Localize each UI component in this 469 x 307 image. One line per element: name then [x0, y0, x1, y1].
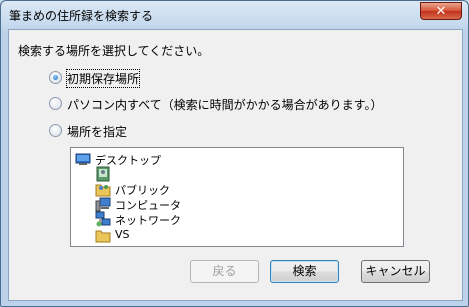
back-button[interactable]: 戻る	[190, 260, 259, 283]
instruction-text: 検索する場所を選択してください。	[18, 44, 210, 58]
folder-tree[interactable]: デスクトップ パブリック コンピュータ ネットワーク VS	[70, 147, 404, 247]
cancel-button[interactable]: キャンセル	[361, 260, 430, 283]
radio-specify-location[interactable]	[49, 124, 62, 137]
user-folder-icon	[96, 166, 110, 182]
title-bar[interactable]: 筆まめの住所録を検索する ✕	[1, 1, 468, 29]
desktop-icon	[75, 153, 91, 165]
search-address-book-dialog: 筆まめの住所録を検索する ✕ 検索する場所を選択してください。 初期保存場所 パ…	[0, 0, 469, 307]
tree-item-public-label: パブリック	[115, 184, 170, 197]
dialog-content: 検索する場所を選択してください。 初期保存場所 パソコン内すべて（検索に時間がか…	[8, 29, 463, 301]
option-all-pc-label[interactable]: パソコン内すべて（検索に時間がかかる場合があります。）	[67, 96, 382, 113]
option-specify-location-label[interactable]: 場所を指定	[67, 123, 127, 140]
network-icon	[95, 211, 111, 227]
public-folder-icon	[95, 184, 111, 197]
option-default-location-label[interactable]: 初期保存場所	[65, 69, 141, 88]
close-icon: ✕	[435, 4, 447, 19]
folder-icon	[95, 230, 111, 243]
close-button[interactable]: ✕	[420, 2, 462, 20]
window-title: 筆まめの住所録を検索する	[9, 9, 154, 23]
computer-icon	[95, 197, 111, 212]
radio-default-location[interactable]	[49, 71, 62, 84]
radio-all-pc[interactable]	[49, 97, 62, 110]
tree-item-computer-label: コンピュータ	[115, 199, 181, 212]
search-button[interactable]: 検索	[270, 260, 339, 283]
tree-item-network-label: ネットワーク	[115, 214, 181, 227]
tree-item-vs-label: VS	[115, 228, 130, 241]
